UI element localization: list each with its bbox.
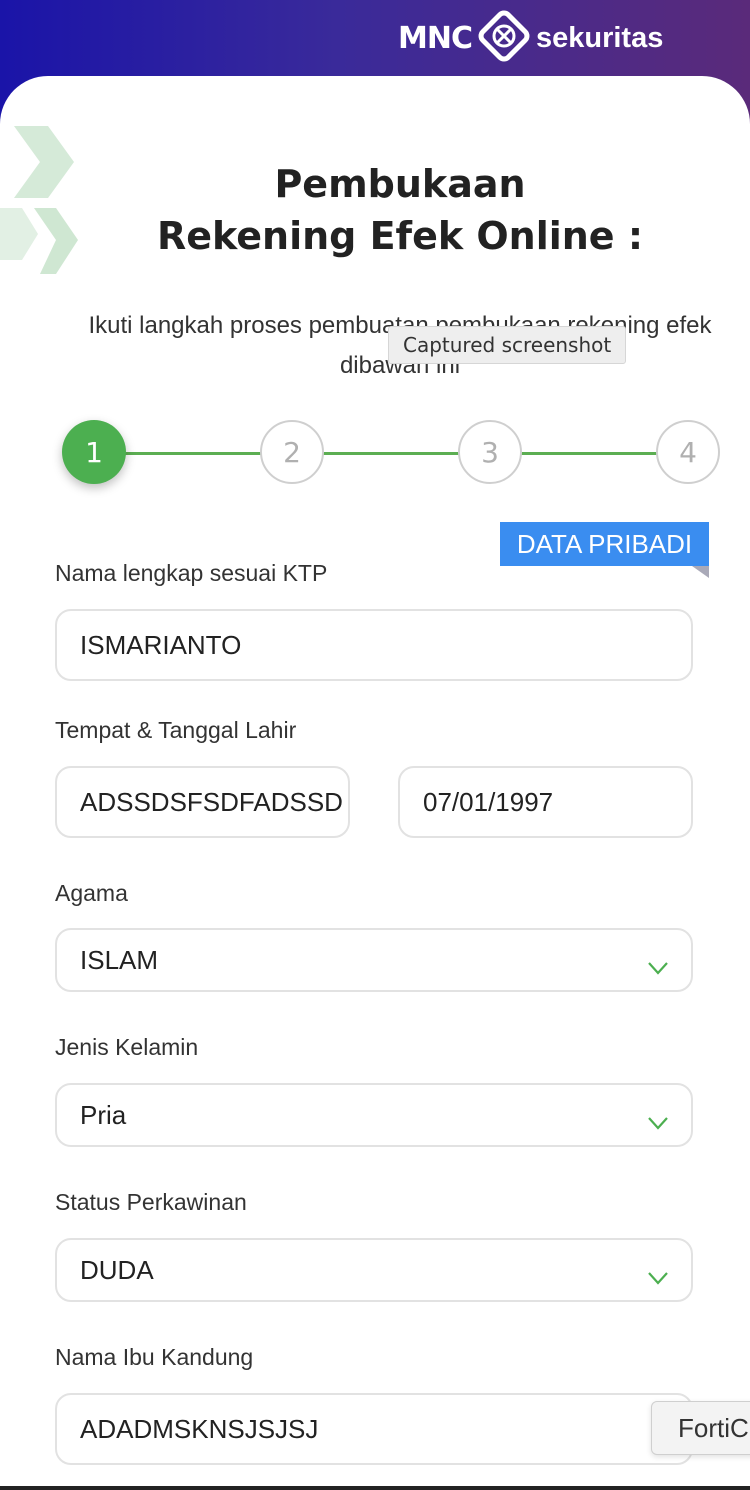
nama-input-value: ISMARIANTO xyxy=(80,629,242,660)
logo-sekuritas-text: sekuritas xyxy=(535,21,664,54)
status-perkawinan-value: DUDA xyxy=(80,1254,154,1285)
nama-input[interactable]: ISMARIANTO xyxy=(55,609,693,681)
status-perkawinan-select[interactable]: DUDA xyxy=(55,1238,693,1302)
jenis-kelamin-select[interactable]: Pria xyxy=(55,1083,693,1147)
stepper-connector xyxy=(318,452,464,455)
mnc-sekuritas-logo: MNC sekuritas xyxy=(398,6,718,70)
page-title-line1: Pembukaan xyxy=(274,162,526,206)
step-4[interactable]: 4 xyxy=(656,420,720,484)
logo-mark-icon xyxy=(474,6,534,70)
agama-select-value: ISLAM xyxy=(80,944,159,975)
chevron-down-icon xyxy=(647,1107,669,1138)
tanggal-lahir-input[interactable]: 07/01/1997 xyxy=(398,766,693,838)
page-title-line2: Rekening Efek Online : xyxy=(156,214,644,258)
nama-ibu-input[interactable]: ADADMSKNSJSJSJ xyxy=(55,1393,693,1465)
step-3[interactable]: 3 xyxy=(458,420,522,484)
section-tag-data-pribadi: DATA PRIBADI xyxy=(500,522,709,566)
decorative-chevrons-icon xyxy=(0,124,90,283)
stepper-connector xyxy=(516,452,662,455)
chevron-down-icon xyxy=(647,1262,669,1293)
bottom-edge xyxy=(0,1486,750,1490)
jenis-kelamin-value: Pria xyxy=(80,1099,127,1130)
stepper-connector xyxy=(120,452,266,455)
tempat-lahir-input[interactable]: ADSSDSFSDFADSSD xyxy=(55,766,350,838)
chevron-down-icon xyxy=(647,952,669,983)
section-tag-fold xyxy=(692,566,709,578)
nama-label: Nama lengkap sesuai KTP xyxy=(55,560,328,586)
nama-ibu-value: ADADMSKNSJSJSJ xyxy=(80,1413,319,1444)
step-1[interactable]: 1 xyxy=(62,420,126,484)
logo-mnc-text: MNC xyxy=(398,20,473,56)
forticlient-popup[interactable]: FortiC xyxy=(651,1401,750,1455)
jenis-kelamin-label: Jenis Kelamin xyxy=(55,1034,199,1060)
step-2[interactable]: 2 xyxy=(260,420,324,484)
nama-ibu-label: Nama Ibu Kandung xyxy=(55,1344,254,1370)
tanggal-lahir-value: 07/01/1997 xyxy=(423,786,554,817)
status-perkawinan-label: Status Perkawinan xyxy=(55,1189,247,1215)
agama-label: Agama xyxy=(55,880,128,906)
tempat-lahir-value: ADSSDSFSDFADSSD xyxy=(80,786,343,817)
progress-stepper: 1 2 3 4 xyxy=(0,420,750,486)
ttl-label: Tempat & Tanggal Lahir xyxy=(55,717,297,743)
agama-select[interactable]: ISLAM xyxy=(55,928,693,992)
captured-screenshot-tooltip: Captured screenshot xyxy=(388,326,627,364)
page-title: Pembukaan Rekening Efek Online : xyxy=(100,158,700,262)
